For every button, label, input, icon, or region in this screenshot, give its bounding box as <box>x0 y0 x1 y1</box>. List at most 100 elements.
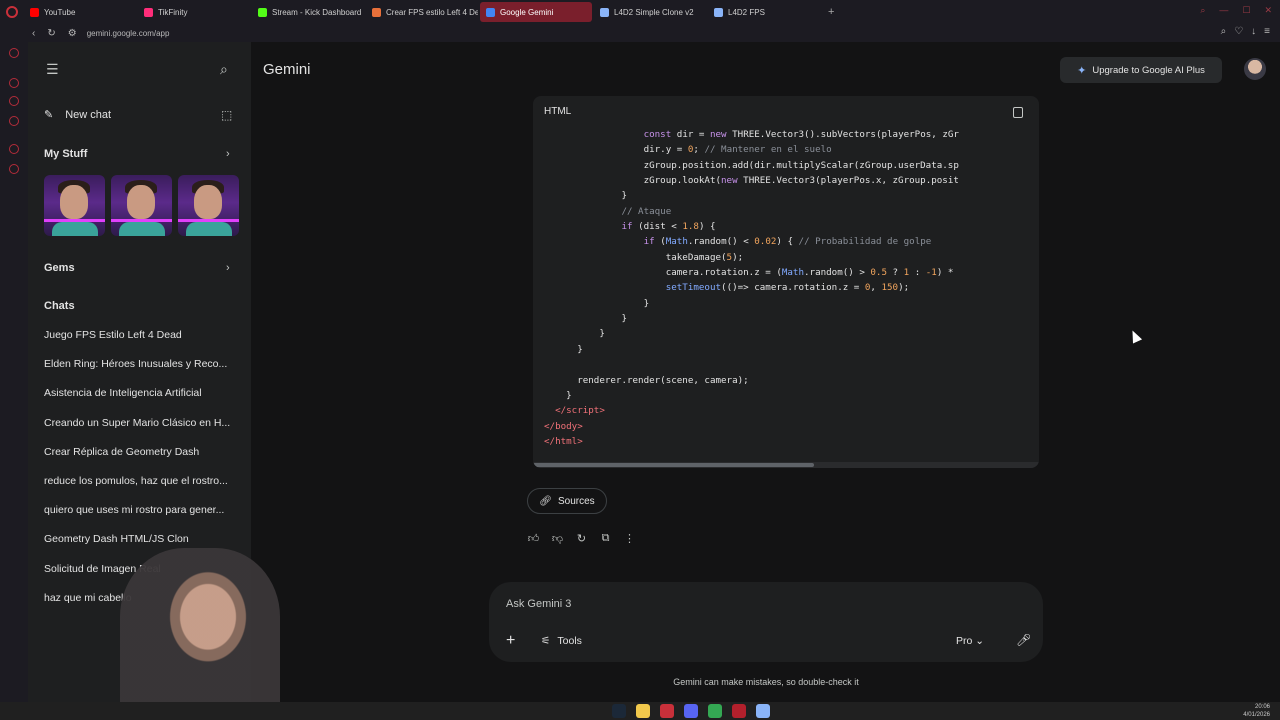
tab-label: L4D2 Simple Clone v2 <box>614 7 694 17</box>
microphone-icon[interactable]: 🎤︎ <box>1016 633 1031 647</box>
model-label: Pro <box>956 635 973 647</box>
thumbs-up-icon[interactable]: 👍︎ <box>527 532 540 545</box>
my-stuff-heading[interactable]: My Stuff <box>44 148 87 160</box>
app-icon[interactable] <box>756 704 770 718</box>
chrome-icon[interactable] <box>708 704 722 718</box>
zoom-icon[interactable]: ⌕ <box>1221 26 1227 37</box>
disclaimer-text: Gemini can make mistakes, so double-chec… <box>673 677 859 687</box>
search-tabs-icon[interactable]: ⌕ <box>1200 5 1205 16</box>
tab-label: L4D2 FPS <box>728 7 765 17</box>
site-info-icon[interactable]: ⚙ <box>68 28 77 39</box>
temporary-chat-icon[interactable]: ⬚ <box>221 108 232 122</box>
prompt-input[interactable]: Ask Gemini 3 <box>506 598 571 610</box>
webcam-overlay <box>120 548 280 720</box>
code-block: HTML const dir = new THREE.Vector3().sub… <box>533 96 1039 468</box>
generated-image-thumbnail[interactable] <box>178 175 239 236</box>
file-explorer-icon[interactable] <box>636 704 650 718</box>
chats-heading: Chats <box>44 300 75 312</box>
model-selector[interactable]: Pro ⌄ <box>956 635 984 647</box>
generated-image-thumbnail[interactable] <box>44 175 105 236</box>
download-icon[interactable]: ↓ <box>1251 26 1256 37</box>
browser-tab[interactable]: TikFinity <box>138 2 250 22</box>
chat-history-item[interactable]: Creando un Super Mario Clásico en H... <box>44 417 234 429</box>
browser-tab[interactable]: Crear FPS estilo Left 4 De <box>366 2 478 22</box>
system-clock: 20:06 4/01/2026 <box>1243 703 1270 719</box>
rail-app-icon[interactable] <box>9 48 19 58</box>
generated-image-thumbnail[interactable] <box>111 175 172 236</box>
clock-time: 20:06 <box>1254 704 1270 710</box>
chat-history-item[interactable]: Crear Réplica de Geometry Dash <box>44 446 234 458</box>
browser-tab[interactable]: L4D2 FPS <box>708 2 820 22</box>
tools-button[interactable]: ⚟ Tools <box>541 635 582 647</box>
chat-history-item[interactable]: Geometry Dash HTML/JS Clon <box>44 533 234 545</box>
rail-app-icon[interactable] <box>9 144 19 154</box>
chat-history-item[interactable]: reduce los pomulos, haz que el rostro... <box>44 475 234 487</box>
chevron-right-icon[interactable]: › <box>226 148 230 160</box>
page-title: Gemini <box>263 61 311 78</box>
tools-label: Tools <box>557 635 582 647</box>
add-attachment-icon[interactable]: + <box>506 632 515 650</box>
copy-code-icon[interactable] <box>1013 107 1023 118</box>
tab-favicon-icon <box>258 7 267 17</box>
tab-label: TikFinity <box>158 7 188 17</box>
close-window-icon[interactable]: ✕ <box>1264 5 1272 16</box>
discord-icon[interactable] <box>684 704 698 718</box>
new-tab-icon[interactable]: + <box>828 6 834 18</box>
bookmark-icon[interactable]: ♡ <box>1234 26 1243 37</box>
new-chat-button[interactable]: ✎ New chat <box>44 108 112 122</box>
horizontal-scrollbar[interactable] <box>533 462 1039 468</box>
new-chat-label: New chat <box>65 108 112 121</box>
main-menu-icon[interactable]: ☰ <box>46 61 59 78</box>
tab-favicon-icon <box>144 7 153 17</box>
rail-app-icon[interactable] <box>9 78 19 88</box>
os-taskbar: 20:06 4/01/2026 <box>0 702 1280 720</box>
browser-tab[interactable]: Google Gemini <box>480 2 592 22</box>
reload-icon[interactable]: ↻ <box>47 28 55 39</box>
browser-tab-bar: YouTube TikFinity Stream - Kick Dashboard C… <box>0 0 1280 24</box>
tab-label: Google Gemini <box>500 7 554 17</box>
steam-icon[interactable] <box>612 704 626 718</box>
maximize-icon[interactable]: ☐ <box>1242 5 1250 16</box>
browser-tab[interactable]: Stream - Kick Dashboard <box>252 2 364 22</box>
scrollbar-thumb[interactable] <box>533 463 814 467</box>
sources-label: Sources <box>558 495 595 507</box>
sources-button[interactable]: 🔗︎ Sources <box>527 488 607 514</box>
tab-favicon-icon <box>30 7 39 17</box>
back-icon[interactable]: ‹ <box>32 28 35 39</box>
upgrade-button[interactable]: ✦ Upgrade to Google AI Plus <box>1060 57 1222 83</box>
upgrade-label: Upgrade to Google AI Plus <box>1092 64 1205 76</box>
edit-icon: ✎ <box>44 109 54 121</box>
chat-history-item[interactable]: Juego FPS Estilo Left 4 Dead <box>44 329 234 341</box>
search-icon[interactable]: ⌕ <box>220 61 228 78</box>
chat-history-item[interactable]: Asistencia de Inteligencia Artificial <box>44 387 234 399</box>
rail-app-icon[interactable] <box>9 116 19 126</box>
response-actions: 👍︎ 👎︎ ↻ ⧉ ⋮ <box>527 532 636 545</box>
opera-logo-icon[interactable] <box>0 0 24 24</box>
browser-tab[interactable]: L4D2 Simple Clone v2 <box>594 2 706 22</box>
url-field[interactable]: gemini.google.com/app <box>87 29 170 38</box>
tab-favicon-icon <box>714 7 723 17</box>
avatar[interactable] <box>1244 58 1266 80</box>
browser-tab[interactable]: YouTube <box>24 2 136 22</box>
chat-history-item[interactable]: quiero que uses mi rostro para gener... <box>44 504 234 516</box>
clock-date: 4/01/2026 <box>1243 712 1270 718</box>
link-icon: 🔗︎ <box>539 495 552 507</box>
tab-label: Stream - Kick Dashboard <box>272 7 362 17</box>
app-icon[interactable] <box>732 704 746 718</box>
rail-app-icon[interactable] <box>9 164 19 174</box>
copy-icon[interactable]: ⧉ <box>599 532 612 545</box>
sparkle-icon: ✦ <box>1077 64 1087 77</box>
opera-icon[interactable] <box>660 704 674 718</box>
menu-icon[interactable]: ≡ <box>1264 26 1270 37</box>
chat-history-item[interactable]: Elden Ring: Héroes Inusuales y Reco... <box>44 358 234 370</box>
browser-side-rail <box>0 42 28 702</box>
gems-heading[interactable]: Gems <box>44 262 75 274</box>
thumbs-down-icon[interactable]: 👎︎ <box>551 532 564 545</box>
window-controls: ⌕ — ☐ ✕ <box>1200 5 1272 16</box>
minimize-icon[interactable]: — <box>1219 5 1228 16</box>
rail-app-icon[interactable] <box>9 96 19 106</box>
tab-label: Crear FPS estilo Left 4 De <box>386 7 478 17</box>
regenerate-icon[interactable]: ↻ <box>575 532 588 545</box>
more-options-icon[interactable]: ⋮ <box>623 532 636 545</box>
chevron-right-icon[interactable]: › <box>226 262 230 274</box>
